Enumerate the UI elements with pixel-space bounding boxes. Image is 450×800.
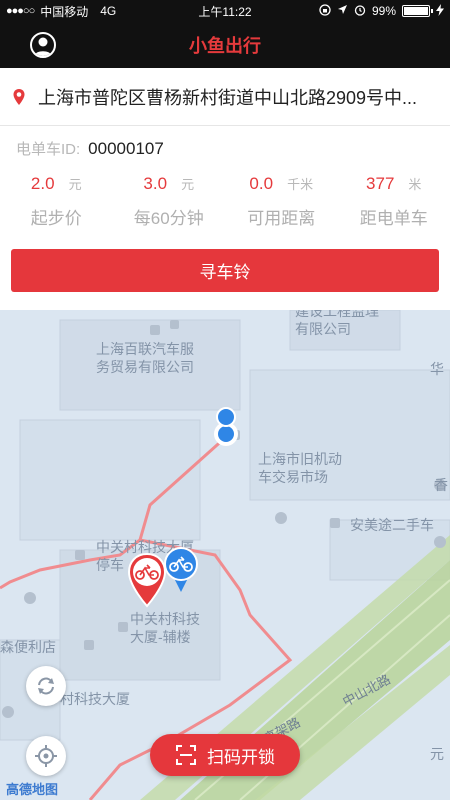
current-address: 上海市普陀区曹杨新村街道中山北路2909号中...: [38, 87, 418, 108]
bike-marker-blue-icon[interactable]: [162, 546, 200, 598]
poi-label: 安美途二手车: [350, 517, 434, 533]
stat-label: 起步价: [30, 209, 82, 228]
page-title: 小鱼出行: [189, 36, 261, 56]
poi-label: 上海市旧机动 车交易市场: [258, 451, 342, 485]
carrier-name: 中国移动: [40, 4, 89, 19]
user-avatar-icon[interactable]: [30, 32, 56, 58]
stat-unit: 米: [408, 177, 422, 192]
poi-label: 元: [430, 746, 444, 762]
poi-label: 华: [430, 361, 444, 377]
locate-me-button[interactable]: [26, 736, 66, 776]
status-bar: ●●●○○ 中国移动 4G 上午11:22 99%: [0, 0, 450, 22]
app-header: 小鱼出行: [0, 22, 450, 68]
bike-id-value: 00000107: [88, 139, 164, 158]
refresh-icon: [38, 677, 54, 695]
poi-label: 香: [434, 477, 448, 493]
stat-value: 3.0: [143, 174, 168, 193]
bike-info-panel: 电单车ID: 00000107 2.0 元 起步价 3.0 元 每60分钟 0.0 千…: [0, 126, 450, 310]
stat-unit: 千米: [287, 177, 314, 192]
stat-label: 可用距离: [247, 209, 316, 228]
battery-icon: [402, 5, 433, 17]
poi-label: 建设工程监理 有限公司: [295, 310, 379, 337]
refresh-button[interactable]: [26, 666, 66, 706]
stat-value: 377: [366, 174, 395, 193]
stat-unit: 元: [68, 177, 82, 192]
stat-unit: 元: [181, 177, 195, 192]
location-pin-icon: [13, 88, 25, 105]
scan-unlock-label: 扫码开锁: [207, 747, 275, 767]
signal-icon: ●●●○○: [6, 5, 35, 17]
amap-logo: 高德地图: [6, 782, 59, 797]
location-arrow-icon: [337, 4, 348, 18]
battery-percent: 99%: [371, 4, 396, 18]
charging-icon: [436, 3, 444, 19]
stat-value: 2.0: [30, 174, 55, 193]
bike-marker-red-icon[interactable]: [127, 552, 167, 608]
find-bike-bell-button[interactable]: 寻车铃: [11, 249, 439, 292]
address-row[interactable]: 上海市普陀区曹杨新村街道中山北路2909号中...: [0, 68, 450, 126]
crosshair-icon: [35, 745, 57, 767]
map-base: [0, 310, 450, 800]
stat-value: 0.0: [249, 174, 274, 193]
lock-rotation-icon: [319, 3, 331, 19]
network-type: 4G: [100, 4, 117, 18]
stat-distance-to-bike: 377 米 距电单车: [338, 174, 450, 229]
poi-label: 村科技大厦: [60, 691, 130, 707]
stat-label: 距电单车: [359, 209, 428, 228]
map-view[interactable]: 建设工程监理 有限公司 上海百联汽车服 务贸易有限公司 华 上海市旧机动 车交易…: [0, 310, 450, 800]
stat-available-distance: 0.0 千米 可用距离: [225, 174, 338, 229]
scan-unlock-button[interactable]: 扫码开锁: [150, 734, 300, 776]
poi-label: 森便利店: [0, 639, 56, 655]
poi-label: 中关村科技 大厦-辅楼: [130, 611, 200, 645]
scan-icon: [176, 745, 196, 765]
bike-id-label: 电单车ID:: [16, 141, 81, 158]
stats-row: 2.0 元 起步价 3.0 元 每60分钟 0.0 千米 可用距离 377 米 距电单车: [0, 174, 450, 229]
stat-hourly-price: 3.0 元 每60分钟: [113, 174, 226, 229]
stat-start-price: 2.0 元 起步价: [0, 174, 113, 229]
stat-label: 每60分钟: [133, 209, 204, 228]
poi-label: 上海百联汽车服 务贸易有限公司: [96, 341, 194, 375]
alarm-icon: [354, 4, 366, 19]
